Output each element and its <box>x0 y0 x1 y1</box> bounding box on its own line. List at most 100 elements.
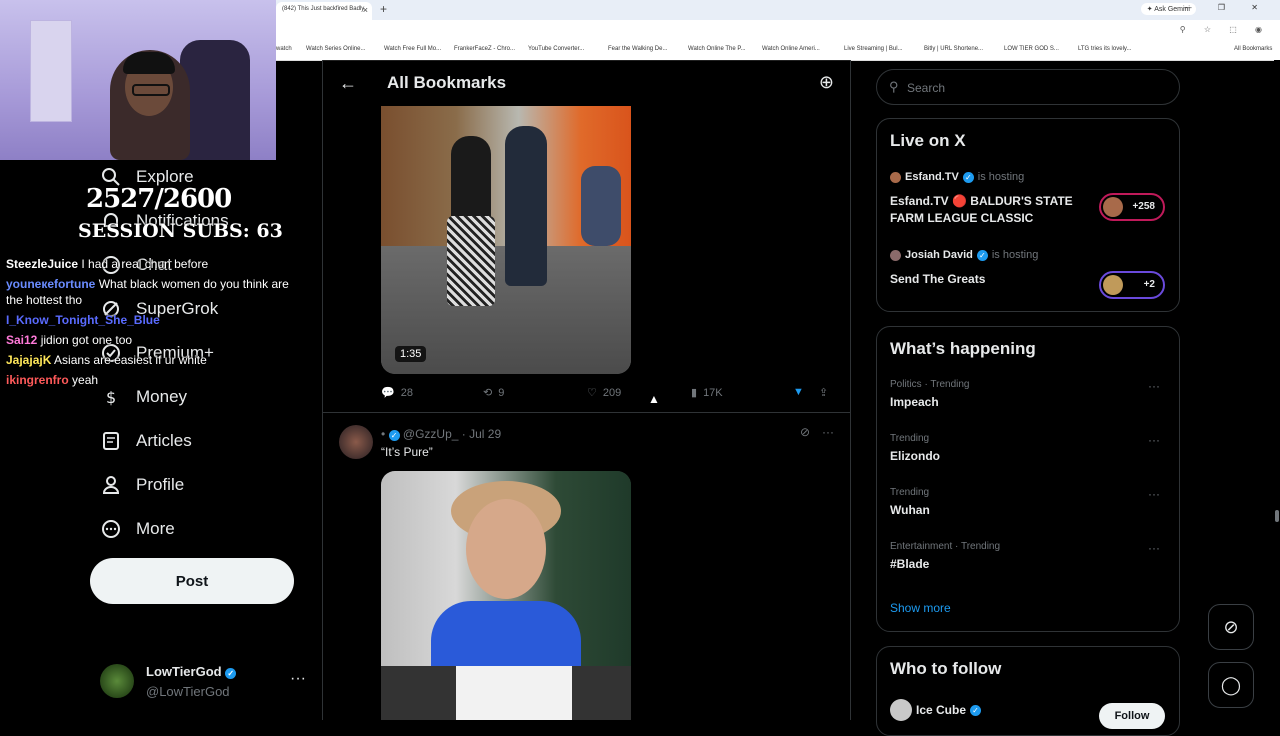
host-name: Josiah David <box>905 249 973 261</box>
scrollbar-thumb[interactable] <box>1275 510 1279 522</box>
trend-name: Impeach <box>890 395 939 409</box>
bookmark-item[interactable]: Watch Online Ameri... <box>762 46 820 52</box>
bookmark-item[interactable]: Fear the Walking De... <box>608 46 667 52</box>
trend-item[interactable]: Trending Wuhan ··· <box>890 487 1168 531</box>
window-controls[interactable]: — ❐ ✕ <box>1184 3 1270 12</box>
live-title[interactable]: Esfand.TV 🔴 BALDUR'S STATE FARM LEAGUE C… <box>890 193 1090 227</box>
tweet-handle[interactable]: @GzzUp_ <box>403 427 459 441</box>
bookmark-item[interactable]: LTG tries its lovely... <box>1078 46 1131 52</box>
follow-button[interactable]: Follow <box>1099 703 1165 729</box>
bookmark-item[interactable]: Live Streaming | Bul... <box>844 46 903 52</box>
tweet-video[interactable]: 1:35 <box>381 106 631 374</box>
account-switcher[interactable]: LowTierGod ✓ @LowTierGod ··· <box>100 662 310 702</box>
tweet[interactable]: • ✓ @GzzUp_ · Jul 29 “It’s Pure” ⊘ ··· <box>323 412 850 720</box>
avatar <box>1103 275 1123 295</box>
verified-icon: ✓ <box>962 171 974 183</box>
chat-message: Sai12 jidion got one too <box>6 330 306 350</box>
browser-tab[interactable]: (842) This Just backfired Badly × <box>276 2 372 20</box>
bookmark-item[interactable]: Watch Free Full Mo... <box>384 46 441 52</box>
video-duration: 1:35 <box>395 346 427 362</box>
bookmark-button[interactable]: ▼ <box>793 386 804 398</box>
trend-item[interactable]: Politics · Trending Impeach ··· <box>890 379 1168 423</box>
bookmark-item[interactable]: YouTube Converter... <box>528 46 584 52</box>
scrollbar[interactable] <box>1274 60 1280 720</box>
chat-text: jidion got one too <box>40 333 133 347</box>
bookmark-item[interactable]: Bitly | URL Shortene... <box>924 46 983 52</box>
search-box[interactable]: ⚲ <box>876 69 1180 105</box>
trend-item[interactable]: Entertainment · Trending #Blade ··· <box>890 541 1168 585</box>
trend-more-icon[interactable]: ··· <box>1148 433 1160 447</box>
tweet-video[interactable] <box>381 471 631 720</box>
tweet-date[interactable]: Jul 29 <box>469 427 501 441</box>
whats-happening-panel: What’s happening Politics · Trending Imp… <box>876 326 1180 632</box>
show-more-link[interactable]: Show more <box>890 601 951 615</box>
live-host[interactable]: Esfand.TV ✓ is hosting <box>890 171 1024 183</box>
follow-suggestion[interactable]: Ice Cube ✓ <box>890 699 982 721</box>
host-status: is hosting <box>977 171 1025 183</box>
repost-count: 9 <box>498 386 505 399</box>
bookmark-icon: ▼ <box>793 386 804 398</box>
share-button[interactable]: ⇪ <box>819 386 828 399</box>
reply-icon: 💬 <box>381 387 395 399</box>
grok-fab-icon[interactable]: ⊘ <box>1208 604 1254 650</box>
tab-close-icon[interactable]: × <box>363 5 368 15</box>
extensions-icons[interactable]: ⚲ ☆ ⬚ ◉ <box>1180 25 1270 34</box>
chat-username: I_Know_Tonight_She_Blue <box>6 313 160 327</box>
trend-meta: Politics · Trending <box>890 379 970 390</box>
share-icon: ⇪ <box>819 387 829 399</box>
search-input[interactable] <box>905 78 1169 98</box>
chat-text: yeah <box>72 373 99 387</box>
svg-text:$: $ <box>106 388 116 407</box>
sidebar-item-profile[interactable]: Profile <box>100 474 184 496</box>
bookmark-item[interactable]: watch <box>276 46 292 52</box>
avatar[interactable] <box>339 425 373 459</box>
session-subs: SESSION SUBS: 63 <box>78 220 283 242</box>
sidebar-item-articles[interactable]: Articles <box>100 430 192 452</box>
views-icon: ▮ <box>691 387 698 399</box>
post-button[interactable]: Post <box>90 558 294 604</box>
bookmark-item[interactable]: All Bookmarks <box>1234 46 1272 52</box>
views-button[interactable]: ▮ 17K <box>691 386 723 400</box>
bookmark-folder-icon[interactable]: ⊕ <box>819 72 834 93</box>
sidebar-item-label: Money <box>136 387 188 406</box>
search-icon: ⚲ <box>889 79 899 94</box>
back-arrow-icon[interactable]: ← <box>339 73 357 94</box>
video-person-skirt <box>447 216 495 306</box>
sidebar-item-more[interactable]: More <box>100 518 175 540</box>
bookmark-item[interactable]: FrankerFaceZ - Chro... <box>454 46 515 52</box>
bookmark-item[interactable]: Watch Series Online... <box>306 46 365 52</box>
webcam-chair <box>180 40 250 160</box>
bookmarks-bar: watch Watch Series Online... Watch Free … <box>276 40 1280 61</box>
chat-username: SteezleJuice <box>6 257 79 271</box>
new-tab-button[interactable]: + <box>380 2 387 16</box>
trend-meta: Entertainment · Trending <box>890 541 1001 552</box>
messages-fab-icon[interactable]: ◯ <box>1208 662 1254 708</box>
bookmark-item[interactable]: LOW TIER GOD S... <box>1004 46 1059 52</box>
live-listeners-badge[interactable]: +258 <box>1099 193 1165 221</box>
tweet-actions: 💬 28 ⟲ 9 ♡ 209 ▮ 17K ▼ ⇪ <box>381 384 836 404</box>
trend-more-icon[interactable]: ··· <box>1148 379 1160 393</box>
like-button[interactable]: ♡ 209 <box>587 386 621 400</box>
live-title[interactable]: Send The Greats <box>890 271 985 288</box>
reply-button[interactable]: 💬 28 <box>381 386 413 400</box>
panel-title: Who to follow <box>890 659 1002 678</box>
grok-icon[interactable]: ⊘ <box>800 425 810 439</box>
browser-tabbar: (842) This Just backfired Badly × + ✦ As… <box>276 0 1280 20</box>
account-more-icon[interactable]: ··· <box>290 670 306 688</box>
bookmark-item[interactable]: Watch Online The P... <box>688 46 746 52</box>
main-column: ← All Bookmarks ⊕ 1:35 💬 28 ⟲ 9 ♡ 209 ▮ … <box>322 60 851 720</box>
webcam-glasses <box>132 84 170 96</box>
repost-button[interactable]: ⟲ 9 <box>483 386 505 400</box>
trend-more-icon[interactable]: ··· <box>1148 487 1160 501</box>
mouse-cursor-icon: ▲ <box>648 392 660 406</box>
address-bar[interactable]: ⚲ ☆ ⬚ ◉ <box>276 20 1280 40</box>
live-listeners-badge[interactable]: +2 <box>1099 271 1165 299</box>
trend-more-icon[interactable]: ··· <box>1148 541 1160 555</box>
tweet-more-icon[interactable]: ··· <box>822 425 834 439</box>
repost-icon: ⟲ <box>483 387 493 399</box>
chat-username: youneкefortune <box>6 277 96 291</box>
trend-item[interactable]: Trending Elizondo ··· <box>890 433 1168 477</box>
live-host[interactable]: Josiah David ✓ is hosting <box>890 249 1038 261</box>
follow-name: Ice Cube <box>916 703 967 717</box>
video-phone-screenshot <box>456 666 572 720</box>
